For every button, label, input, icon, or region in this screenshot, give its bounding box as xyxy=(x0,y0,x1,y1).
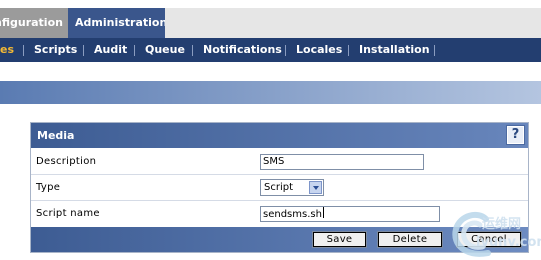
subnav-divider xyxy=(285,45,286,56)
text-cursor xyxy=(322,207,324,218)
subnav-item-scripts[interactable]: Scripts xyxy=(34,38,77,62)
subnav-item-queue[interactable]: Queue xyxy=(145,38,185,62)
subnav-item-media-types[interactable]: es xyxy=(0,38,14,62)
type-selected-value: Script xyxy=(264,182,294,193)
subnav-divider xyxy=(434,45,435,56)
subnav-divider xyxy=(83,45,84,56)
save-button[interactable]: Save xyxy=(312,231,367,248)
type-label: Type xyxy=(36,182,61,193)
watermark-logo: 运维网 iyunv.com xyxy=(448,203,541,260)
top-tab-bar: nfiguration Administration xyxy=(0,8,541,38)
script-name-value: sendsms.sh xyxy=(263,209,322,220)
script-name-label: Script name xyxy=(36,208,100,219)
tab-administration[interactable]: Administration xyxy=(68,8,165,38)
subnav-divider xyxy=(134,45,135,56)
description-row: Description SMS xyxy=(31,149,528,175)
script-name-input[interactable]: sendsms.sh xyxy=(260,206,440,222)
sub-navigation: es Scripts Audit Queue Notifications Loc… xyxy=(0,38,541,62)
form-header: Media ? xyxy=(31,123,528,148)
type-row: Type Script xyxy=(31,175,528,201)
watermark-text-cn: 运维网 xyxy=(482,217,522,232)
subnav-divider xyxy=(192,45,193,56)
chevron-down-icon[interactable] xyxy=(309,181,322,194)
subnav-item-audit[interactable]: Audit xyxy=(94,38,127,62)
description-label: Description xyxy=(36,156,97,167)
description-value: SMS xyxy=(263,156,285,167)
type-select[interactable]: Script xyxy=(260,179,324,196)
subnav-item-locales[interactable]: Locales xyxy=(296,38,342,62)
delete-button[interactable]: Delete xyxy=(377,231,443,248)
form-title: Media xyxy=(37,129,75,142)
page-header-bar xyxy=(0,81,541,104)
watermark-text-domain: iyunv.com xyxy=(476,235,541,250)
subnav-divider xyxy=(348,45,349,56)
description-input[interactable]: SMS xyxy=(260,154,424,170)
subnav-item-installation[interactable]: Installation xyxy=(359,38,430,62)
subnav-divider xyxy=(23,45,24,56)
subnav-item-notifications[interactable]: Notifications xyxy=(203,38,282,62)
help-icon[interactable]: ? xyxy=(506,125,525,145)
tab-configuration[interactable]: nfiguration xyxy=(0,8,68,38)
